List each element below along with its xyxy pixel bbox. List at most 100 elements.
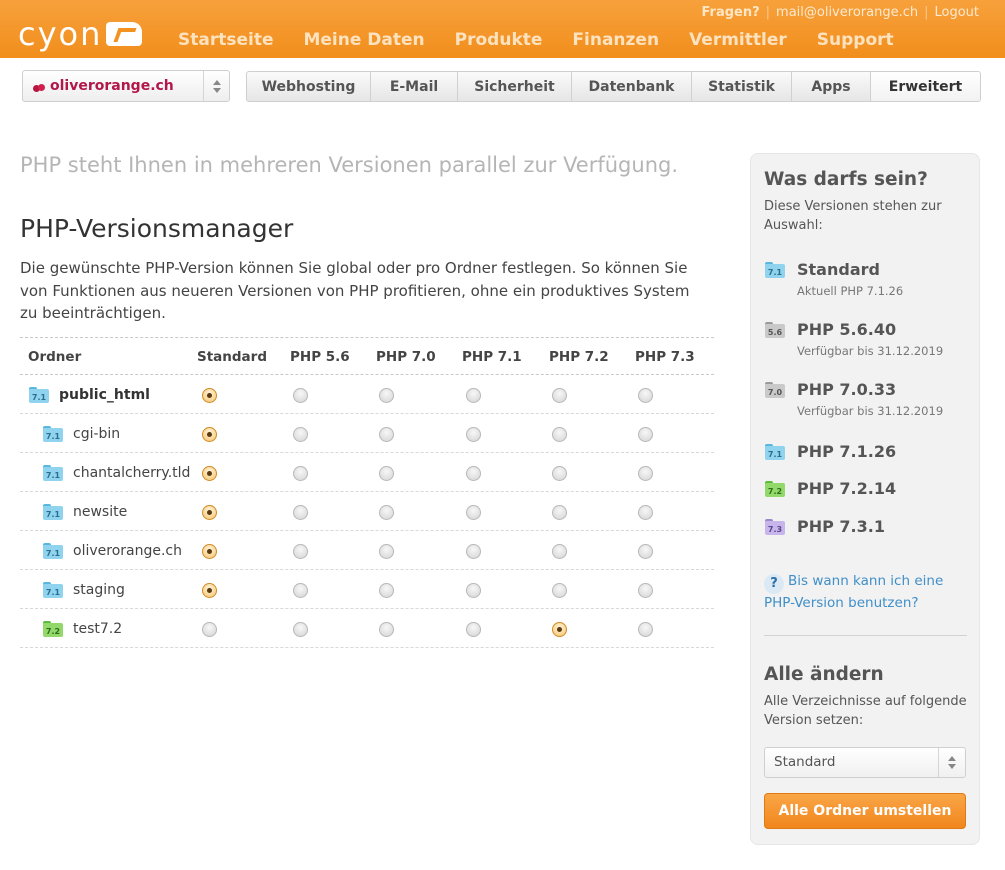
tab-datenbank[interactable]: Datenbank (572, 72, 692, 101)
version-note: Verfügbar bis 31.12.2019 (797, 404, 944, 418)
col-header-php70: PHP 7.0 (376, 349, 436, 365)
tab-email[interactable]: E-Mail (371, 72, 458, 101)
folder-icon: 7.1 (29, 386, 49, 403)
folder-cell: 7.1 public_html (29, 375, 150, 414)
version-radio[interactable] (466, 505, 481, 520)
folder-cell: 7.1 chantalcherry.tld (43, 453, 190, 492)
version-radio[interactable] (202, 583, 217, 598)
nav-meine-daten[interactable]: Meine Daten (303, 30, 424, 50)
version-radio[interactable] (638, 427, 653, 442)
version-note: Aktuell PHP 7.1.26 (797, 284, 904, 298)
domain-select[interactable]: oliverorange.ch (22, 70, 230, 102)
cyon-logo-mark-icon (106, 22, 143, 46)
nav-support[interactable]: Support (817, 30, 894, 50)
version-select[interactable]: Standard (764, 747, 966, 778)
version-radio[interactable] (379, 427, 394, 442)
version-radio[interactable] (293, 583, 308, 598)
nav-vermittler[interactable]: Vermittler (689, 30, 787, 50)
php-folder-icon: 7.1 (765, 444, 785, 460)
folder-cell: 7.1 staging (43, 570, 125, 609)
version-name: PHP 7.0.33 (797, 380, 897, 399)
version-radio[interactable] (202, 622, 217, 637)
version-radio[interactable] (552, 466, 567, 481)
cyon-logo[interactable]: cyon (18, 18, 143, 50)
php-folder-icon: 7.0 (765, 382, 785, 398)
tab-apps[interactable]: Apps (792, 72, 871, 101)
version-radio[interactable] (466, 622, 481, 637)
tab-webhosting[interactable]: Webhosting (247, 72, 371, 101)
help-link[interactable]: ? Bis wann kann ich eine PHP-Version benu… (764, 572, 969, 612)
version-radio[interactable] (293, 466, 308, 481)
col-header-ordner: Ordner (28, 349, 82, 365)
version-radio[interactable] (293, 427, 308, 442)
version-item: 7.1 PHP 7.1.26 (765, 442, 896, 462)
version-radio[interactable] (552, 505, 567, 520)
version-radio[interactable] (466, 427, 481, 442)
version-radio[interactable] (293, 388, 308, 403)
version-radio[interactable] (202, 544, 217, 559)
version-item: 7.2 PHP 7.2.14 (765, 479, 896, 499)
version-radio[interactable] (638, 388, 653, 403)
version-name: PHP 5.6.40 (797, 320, 897, 339)
folder-icon: 7.1 (43, 503, 63, 520)
sidebar: Was darfs sein? Diese Versionen stehen z… (750, 153, 980, 845)
account-email-link[interactable]: mail@oliverorange.ch (776, 5, 918, 20)
version-radio[interactable] (552, 388, 567, 403)
version-radio[interactable] (202, 427, 217, 442)
nav-finanzen[interactable]: Finanzen (572, 30, 659, 50)
version-radio[interactable] (466, 388, 481, 403)
version-radio[interactable] (379, 388, 394, 403)
version-radio[interactable] (552, 427, 567, 442)
version-radio[interactable] (466, 544, 481, 559)
folder-cell: 7.2 test7.2 (43, 609, 122, 648)
table-row: 7.2 test7.2 (20, 609, 714, 648)
tab-sicherheit[interactable]: Sicherheit (458, 72, 572, 101)
sidebar-intro: Diese Versionen stehen zur Auswahl: (764, 199, 942, 233)
version-radio[interactable] (466, 466, 481, 481)
nav-startseite[interactable]: Startseite (178, 30, 273, 50)
questions-link[interactable]: Fragen? (701, 5, 759, 20)
domain-select-value: oliverorange.ch (50, 78, 174, 94)
version-radio[interactable] (638, 505, 653, 520)
top-header: cyon Startseite Meine Daten Produkte Fin… (0, 0, 1005, 58)
version-radio[interactable] (202, 388, 217, 403)
version-item: 7.3 PHP 7.3.1 (765, 517, 885, 537)
folder-icon: 7.2 (43, 620, 63, 637)
question-icon: ? (764, 574, 784, 594)
sidebar-divider (764, 635, 967, 636)
table-row: 7.1 cgi-bin (20, 414, 714, 453)
version-radio[interactable] (202, 466, 217, 481)
table-row: 7.1 chantalcherry.tld (20, 453, 714, 492)
version-name: PHP 7.3.1 (797, 517, 885, 536)
version-radio[interactable] (202, 505, 217, 520)
version-radio[interactable] (379, 505, 394, 520)
select-arrows-icon (938, 748, 965, 777)
change-all-folders-button[interactable]: Alle Ordner umstellen (764, 793, 966, 829)
tab-statistik[interactable]: Statistik (692, 72, 792, 101)
tab-erweitert[interactable]: Erweitert (871, 72, 980, 101)
version-radio[interactable] (466, 583, 481, 598)
col-header-php56: PHP 5.6 (290, 349, 350, 365)
top-links: Fragen? | mail@oliverorange.ch | Logout (701, 5, 979, 20)
version-radio[interactable] (638, 466, 653, 481)
version-item: 7.0 PHP 7.0.33 Verfügbar bis 31.12.2019 (765, 380, 943, 418)
version-radio[interactable] (552, 583, 567, 598)
logout-link[interactable]: Logout (934, 5, 979, 20)
version-radio[interactable] (638, 583, 653, 598)
php-version-table: Ordner Standard PHP 5.6 PHP 7.0 PHP 7.1 … (20, 337, 714, 648)
version-radio[interactable] (379, 466, 394, 481)
version-radio[interactable] (379, 622, 394, 637)
table-row: 7.1 public_html (20, 375, 714, 414)
version-radio[interactable] (293, 622, 308, 637)
folder-name: oliverorange.ch (73, 542, 182, 559)
version-radio[interactable] (379, 544, 394, 559)
version-radio[interactable] (293, 505, 308, 520)
version-radio[interactable] (293, 544, 308, 559)
tab-bar: Webhosting E-Mail Sicherheit Datenbank S… (246, 71, 981, 102)
version-radio[interactable] (638, 622, 653, 637)
version-radio[interactable] (552, 622, 567, 637)
nav-produkte[interactable]: Produkte (455, 30, 543, 50)
version-radio[interactable] (552, 544, 567, 559)
version-radio[interactable] (638, 544, 653, 559)
version-radio[interactable] (379, 583, 394, 598)
